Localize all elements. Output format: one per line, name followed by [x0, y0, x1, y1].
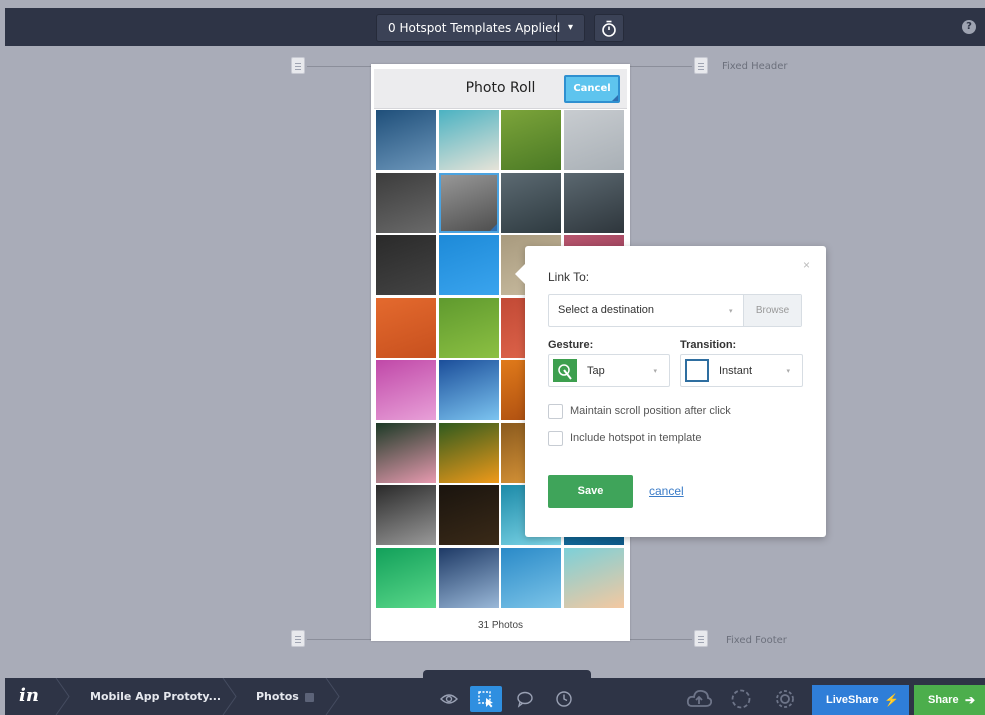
arrow-right-icon: ➔: [964, 693, 975, 707]
photo-tile[interactable]: [438, 235, 499, 295]
breadcrumb-separator: [55, 678, 70, 715]
photo-tile[interactable]: [563, 547, 624, 608]
breadcrumb-separator: [325, 678, 340, 715]
gesture-label: Gesture:: [548, 339, 594, 351]
destination-placeholder: Select a destination: [558, 304, 655, 316]
breadcrumb-screen[interactable]: Photos: [256, 678, 314, 715]
transition-label: Transition:: [680, 339, 737, 351]
invision-logo[interactable]: in: [19, 685, 39, 706]
instant-transition-icon: [685, 359, 709, 382]
transition-value: Instant: [719, 365, 753, 377]
photo-tile[interactable]: [501, 547, 561, 608]
photo-tile[interactable]: [376, 485, 436, 545]
share-label: Share: [928, 694, 959, 706]
chevron-down-icon: ▾: [786, 368, 790, 375]
lightning-icon: ⚡: [884, 693, 899, 707]
sync-icon[interactable]: [730, 688, 752, 710]
gear-icon[interactable]: [774, 688, 796, 710]
close-icon[interactable]: ×: [803, 258, 810, 272]
share-button[interactable]: Share ➔: [914, 685, 985, 715]
fixed-header-right-handle[interactable]: [694, 57, 708, 74]
photo-tile[interactable]: [438, 422, 499, 483]
photo-tile[interactable]: [438, 360, 499, 420]
include-template-label: Include hotspot in template: [570, 432, 702, 444]
liveshare-label: LiveShare: [826, 694, 879, 706]
link-to-label: Link To:: [548, 270, 590, 284]
preview-mode-button[interactable]: [433, 686, 465, 712]
build-mode-button[interactable]: [470, 686, 502, 712]
include-template-checkbox[interactable]: [548, 431, 563, 446]
photo-tile[interactable]: [438, 485, 499, 545]
top-toolbar: 0 Hotspot Templates Applied ▾ ?: [5, 8, 985, 46]
photo-tile[interactable]: [501, 172, 561, 233]
hotspot-cursor-icon: [478, 691, 493, 708]
help-icon[interactable]: ?: [962, 20, 976, 34]
save-button[interactable]: Save: [548, 475, 633, 508]
chevron-down-icon: ▾: [653, 368, 657, 375]
screen-cancel-hotspot[interactable]: Cancel: [564, 75, 620, 103]
photo-tile[interactable]: [376, 422, 436, 483]
photo-tile[interactable]: [376, 110, 436, 170]
photo-tile[interactable]: [501, 110, 561, 170]
cancel-link[interactable]: cancel: [649, 484, 684, 498]
photo-count: 31 Photos: [477, 620, 524, 631]
chevron-down-icon: ▾: [729, 308, 733, 315]
photo-tile[interactable]: [438, 297, 499, 358]
photo-tile[interactable]: [438, 547, 499, 608]
comment-mode-button[interactable]: [509, 686, 541, 712]
hotspot-settings-popover: × Link To: Select a destination ▾ Browse…: [515, 246, 826, 537]
fixed-footer-label: Fixed Footer: [726, 635, 787, 646]
fixed-footer-guide-left: [307, 639, 371, 640]
photo-tile[interactable]: [376, 547, 436, 608]
fixed-header-left-handle[interactable]: [291, 57, 305, 74]
eye-icon: [440, 694, 458, 704]
photo-tile[interactable]: [563, 110, 624, 170]
history-mode-button[interactable]: [548, 686, 580, 712]
liveshare-button[interactable]: LiveShare ⚡: [812, 685, 909, 715]
maintain-scroll-label: Maintain scroll position after click: [570, 405, 731, 417]
hotspot-templates-label: 0 Hotspot Templates Applied: [388, 21, 561, 35]
screen-count-badge: [304, 692, 314, 702]
browse-button[interactable]: Browse: [743, 295, 801, 326]
maintain-scroll-checkbox[interactable]: [548, 404, 563, 419]
breadcrumb-project[interactable]: Mobile App Prototy...: [90, 678, 221, 715]
photo-tile[interactable]: [376, 360, 436, 420]
destination-select[interactable]: Select a destination ▾ Browse: [548, 294, 802, 327]
stopwatch-icon: [602, 20, 616, 37]
fixed-footer-left-handle[interactable]: [291, 630, 305, 647]
fixed-header-guide-left: [307, 66, 371, 67]
gesture-value: Tap: [587, 365, 605, 377]
fixed-header-label: Fixed Header: [722, 61, 788, 72]
fixed-header-guide-right: [630, 66, 692, 67]
transition-select[interactable]: Instant ▾: [680, 354, 803, 387]
photo-tile[interactable]: [376, 172, 436, 233]
gesture-select[interactable]: Tap ▾: [548, 354, 670, 387]
comment-icon: [517, 691, 533, 708]
breadcrumb-separator: [222, 678, 237, 715]
timer-button[interactable]: [594, 14, 624, 42]
hotspot-templates-dropdown[interactable]: 0 Hotspot Templates Applied ▾: [376, 14, 585, 42]
fixed-footer-right-handle[interactable]: [694, 630, 708, 647]
fixed-footer-guide-right: [630, 639, 692, 640]
photo-tile[interactable]: [376, 235, 436, 295]
photo-tile[interactable]: [438, 172, 499, 233]
chevron-down-icon[interactable]: ▾: [556, 15, 584, 41]
clock-icon: [556, 691, 572, 707]
screen-header: Photo Roll Cancel: [374, 69, 627, 109]
photo-tile[interactable]: [438, 110, 499, 170]
tap-gesture-icon: [553, 359, 577, 382]
photo-tile[interactable]: [376, 297, 436, 358]
breadcrumb-screen-label: Photos: [256, 690, 299, 703]
photo-tile[interactable]: [563, 172, 624, 233]
cloud-upload-icon[interactable]: [686, 688, 712, 710]
